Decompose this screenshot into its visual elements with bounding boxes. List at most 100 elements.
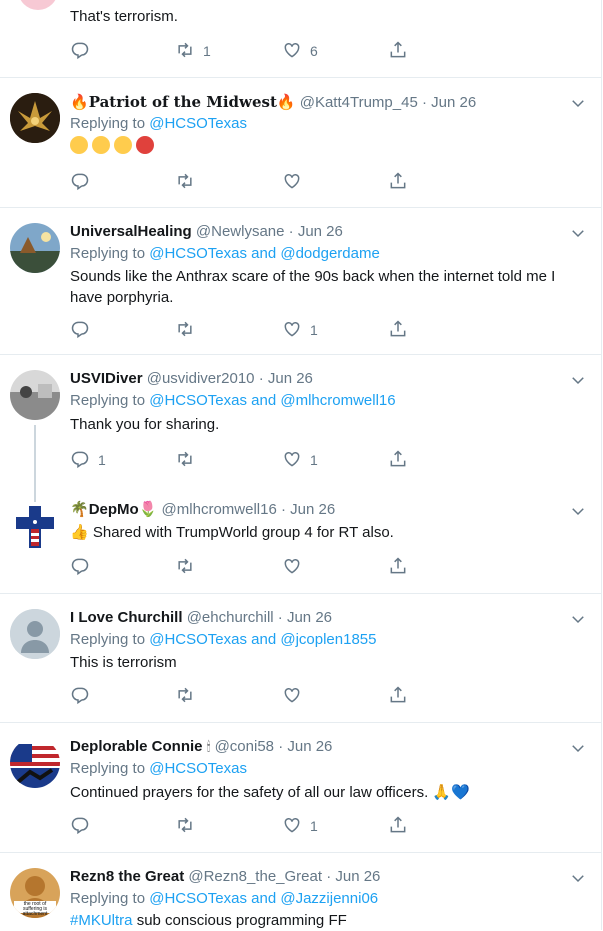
like-count: 1 bbox=[310, 818, 318, 834]
user-handle[interactable]: @Newlysane bbox=[196, 223, 285, 240]
tweet-text: That's terrorism. bbox=[70, 8, 178, 25]
tweet-header: 🌴DepMo🌷 @mlhcromwell16 · Jun 26 bbox=[70, 500, 335, 520]
chevron-down-icon[interactable] bbox=[569, 869, 587, 887]
retweet-button[interactable] bbox=[175, 450, 195, 470]
avatar[interactable] bbox=[10, 502, 60, 552]
tweet[interactable]: 🔥Patriot of the Midwest🔥 @Katt4Trump_45 … bbox=[0, 78, 601, 208]
like-button[interactable]: 1 bbox=[282, 816, 318, 836]
like-button[interactable] bbox=[282, 686, 302, 706]
tweet[interactable]: I Love Churchill @ehchurchill · Jun 26 R… bbox=[0, 594, 601, 723]
mention-link[interactable]: @HCSOTexas bbox=[149, 760, 247, 777]
avatar[interactable] bbox=[10, 93, 60, 143]
tweet-header: UniversalHealing @Newlysane · Jun 26 bbox=[70, 222, 343, 242]
replying-to: Replying to @HCSOTexas and @Jazzijenni06 bbox=[70, 889, 378, 909]
avatar[interactable]: the root of suffering is attachment bbox=[10, 868, 60, 918]
share-button[interactable] bbox=[388, 815, 408, 836]
tweet[interactable]: UniversalHealing @Newlysane · Jun 26 Rep… bbox=[0, 208, 601, 355]
tweet[interactable]: USVIDiver @usvidiver2010 · Jun 26 Replyi… bbox=[0, 355, 601, 480]
timestamp[interactable]: Jun 26 bbox=[335, 868, 380, 885]
share-button[interactable] bbox=[388, 449, 408, 470]
mention-link[interactable]: @HCSOTexas bbox=[149, 245, 247, 262]
reply-button[interactable] bbox=[70, 172, 90, 192]
timestamp[interactable]: Jun 26 bbox=[290, 501, 335, 518]
mention-link[interactable]: @HCSOTexas bbox=[149, 392, 247, 409]
mention-link[interactable]: @Jazzijenni06 bbox=[280, 890, 378, 907]
chevron-down-icon[interactable] bbox=[569, 739, 587, 757]
chevron-down-icon[interactable] bbox=[569, 610, 587, 628]
retweet-button[interactable]: 1 bbox=[175, 41, 211, 61]
retweet-button[interactable] bbox=[175, 557, 195, 577]
display-name[interactable]: Rezn8 the Great bbox=[70, 868, 184, 885]
tweet-actions bbox=[70, 556, 430, 579]
mention-link[interactable]: @dodgerdame bbox=[280, 245, 379, 262]
like-button[interactable] bbox=[282, 172, 302, 192]
timestamp[interactable]: Jun 26 bbox=[268, 370, 313, 387]
retweet-button[interactable] bbox=[175, 686, 195, 706]
mention-link[interactable]: @mlhcromwell16 bbox=[280, 392, 395, 409]
display-name[interactable]: USVIDiver bbox=[70, 370, 143, 387]
retweet-icon bbox=[175, 685, 195, 708]
retweet-button[interactable] bbox=[175, 172, 195, 192]
user-handle[interactable]: @usvidiver2010 bbox=[147, 370, 255, 387]
chevron-down-icon[interactable] bbox=[569, 224, 587, 242]
replying-to: Replying to @HCSOTexas and @mlhcromwell1… bbox=[70, 391, 396, 411]
avatar[interactable] bbox=[10, 370, 60, 420]
display-name[interactable]: UniversalHealing bbox=[70, 223, 192, 240]
timestamp[interactable]: Jun 26 bbox=[431, 94, 476, 111]
display-name[interactable]: I Love Churchill bbox=[70, 609, 183, 626]
user-handle[interactable]: @Rezn8_the_Great bbox=[188, 868, 322, 885]
retweet-icon bbox=[175, 449, 195, 472]
share-button[interactable] bbox=[388, 556, 408, 579]
timestamp[interactable]: Jun 26 bbox=[298, 223, 343, 240]
tweet-actions bbox=[70, 171, 430, 192]
reply-button[interactable] bbox=[70, 41, 90, 61]
tweet-top[interactable]: That's terrorism. 1 6 bbox=[0, 0, 601, 78]
mention-link[interactable]: @HCSOTexas bbox=[149, 631, 247, 648]
display-name[interactable]: DepMo bbox=[89, 501, 139, 518]
chevron-down-icon[interactable] bbox=[569, 502, 587, 520]
reply-feed: That's terrorism. 1 6 🔥Patriot of the Mi… bbox=[0, 0, 602, 930]
chevron-down-icon[interactable] bbox=[569, 371, 587, 389]
share-button[interactable] bbox=[388, 40, 408, 61]
timestamp[interactable]: Jun 26 bbox=[287, 609, 332, 626]
user-handle[interactable]: @ehchurchill bbox=[187, 609, 274, 626]
like-button[interactable] bbox=[282, 557, 302, 577]
mention-link[interactable]: @HCSOTexas bbox=[149, 115, 247, 132]
avatar[interactable] bbox=[10, 738, 60, 788]
avatar[interactable] bbox=[18, 0, 58, 10]
chevron-down-icon[interactable] bbox=[569, 94, 587, 112]
share-button[interactable] bbox=[388, 171, 408, 192]
mention-link[interactable]: @jcoplen1855 bbox=[280, 631, 376, 648]
hashtag-link[interactable]: #MKUltra bbox=[70, 912, 133, 929]
reply-button[interactable] bbox=[70, 686, 90, 706]
share-button[interactable] bbox=[388, 319, 408, 340]
tweet[interactable]: 🌴DepMo🌷 @mlhcromwell16 · Jun 26 👍 Shared… bbox=[0, 490, 601, 593]
tweet[interactable]: the root of suffering is attachment Rezn… bbox=[0, 853, 601, 930]
like-button[interactable]: 6 bbox=[282, 41, 318, 61]
separator-dot: · bbox=[421, 94, 427, 111]
timestamp[interactable]: Jun 26 bbox=[287, 738, 332, 755]
retweet-button[interactable] bbox=[175, 816, 195, 836]
reply-button[interactable] bbox=[70, 557, 90, 577]
user-handle[interactable]: @coni58 bbox=[215, 738, 274, 755]
reply-icon bbox=[70, 449, 90, 472]
mention-link[interactable]: @HCSOTexas bbox=[149, 890, 247, 907]
praying-hands-icon: 🙏 bbox=[432, 784, 452, 801]
retweet-button[interactable] bbox=[175, 320, 195, 340]
user-handle[interactable]: @mlhcromwell16 bbox=[162, 501, 277, 518]
blue-heart-icon: 💙 bbox=[451, 784, 470, 801]
display-name[interactable]: Patriot of the Midwest bbox=[89, 93, 277, 111]
reply-button[interactable]: 1 bbox=[70, 450, 106, 470]
avatar[interactable] bbox=[10, 609, 60, 659]
display-name[interactable]: Deplorable Connie bbox=[70, 738, 203, 755]
like-button[interactable]: 1 bbox=[282, 320, 318, 340]
share-button[interactable] bbox=[388, 685, 408, 706]
reply-button[interactable] bbox=[70, 320, 90, 340]
share-icon bbox=[388, 556, 408, 579]
user-handle[interactable]: @Katt4Trump_45 bbox=[300, 94, 418, 111]
reply-button[interactable] bbox=[70, 816, 90, 836]
tweet[interactable]: Deplorable Connie 🕯 @coni58 · Jun 26 Rep… bbox=[0, 723, 601, 853]
like-button[interactable]: 1 bbox=[282, 450, 318, 470]
avatar[interactable] bbox=[10, 223, 60, 273]
and-label: and bbox=[251, 245, 277, 262]
